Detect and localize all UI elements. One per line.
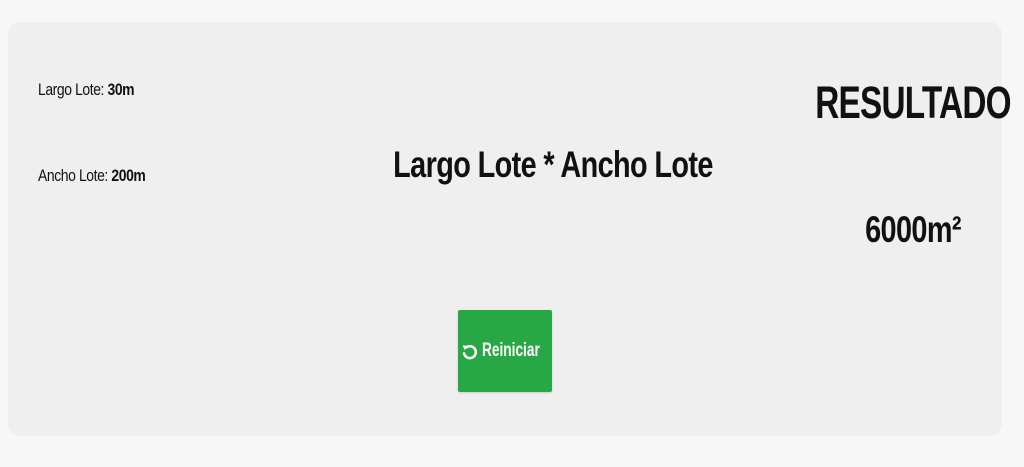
rotate-ccw-icon bbox=[461, 343, 478, 360]
ancho-lote-value: 200m bbox=[111, 166, 146, 185]
reiniciar-label: Reiniciar bbox=[482, 340, 541, 361]
formula-text: Largo Lote * Ancho Lote bbox=[393, 144, 713, 185]
largo-lote-value: 30m bbox=[107, 80, 135, 99]
result-title: RESULTADO bbox=[815, 77, 1011, 128]
ancho-lote-line: Ancho Lote: 200m bbox=[38, 166, 146, 186]
largo-lote-line: Largo Lote: 30m bbox=[38, 80, 135, 100]
reiniciar-button[interactable]: Reiniciar bbox=[458, 310, 552, 392]
result-value: 6000m² bbox=[865, 209, 961, 250]
ancho-lote-label: Ancho Lote: bbox=[38, 166, 108, 185]
largo-lote-label: Largo Lote: bbox=[38, 80, 105, 99]
